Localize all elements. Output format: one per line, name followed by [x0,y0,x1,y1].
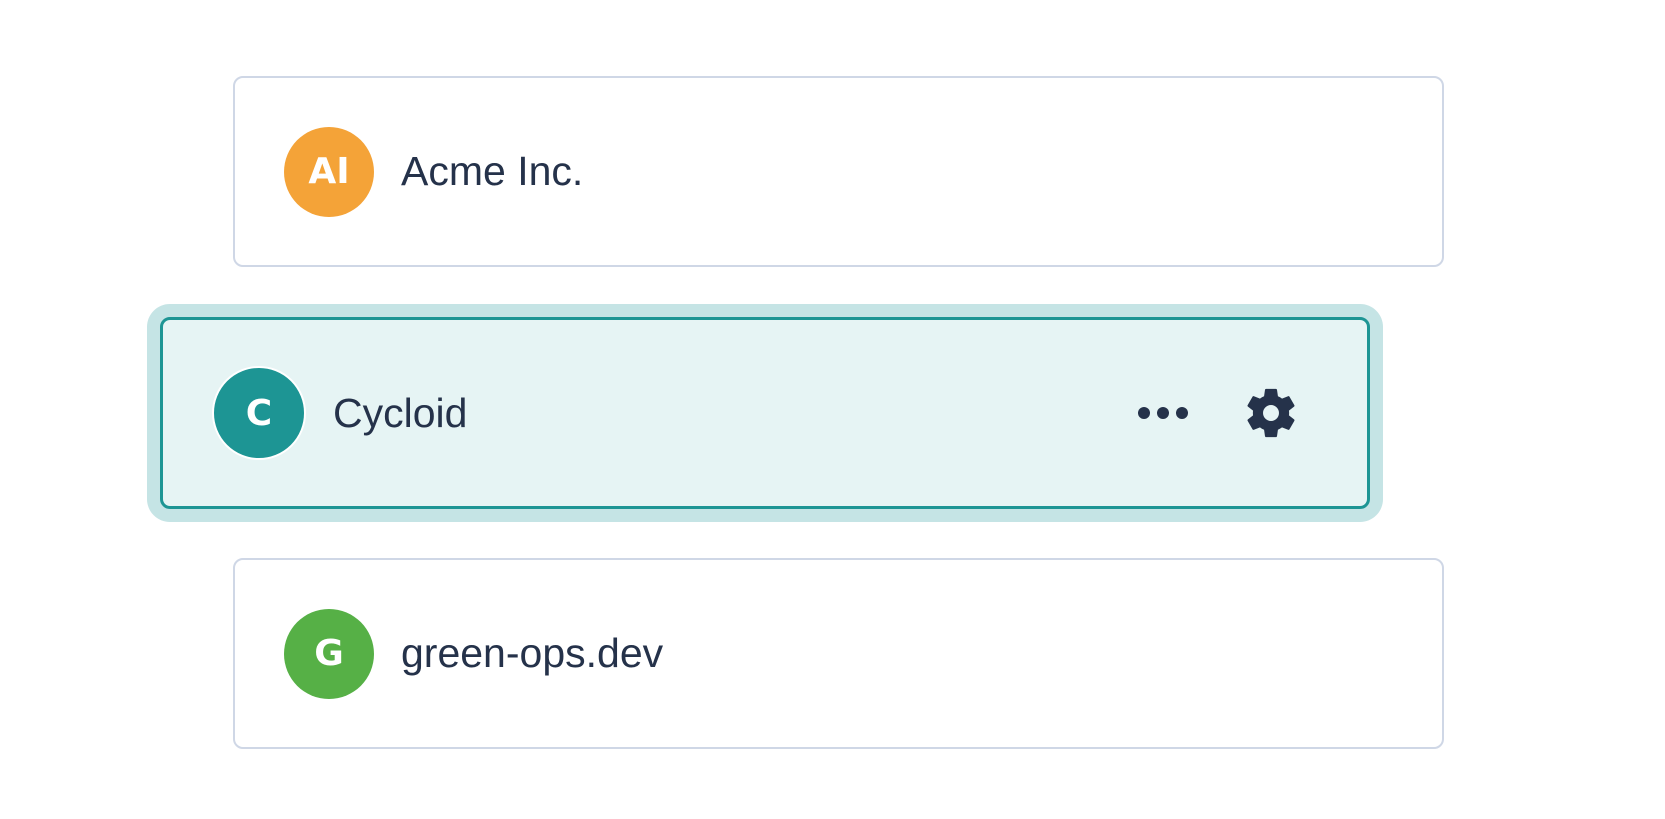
org-avatar: AI [284,126,374,217]
org-name: green-ops.dev [401,630,664,676]
org-avatar-initials: C [245,392,273,434]
org-settings-button[interactable] [1241,383,1301,443]
more-options-button[interactable] [1133,393,1193,433]
org-card-acme-inc[interactable]: AI Acme Inc. [233,76,1444,267]
gear-icon [1247,388,1295,438]
org-card-actions [1133,383,1301,443]
org-name: Cycloid [333,389,468,436]
org-avatar: G [284,608,374,699]
org-avatar-initials: G [314,633,344,674]
org-card-green-ops-dev[interactable]: G green-ops.dev [233,558,1444,749]
org-name: Acme Inc. [401,148,584,194]
more-horizontal-icon [1138,407,1188,419]
org-avatar: C [212,366,306,460]
org-avatar-initials: AI [308,151,350,192]
organization-list: AI Acme Inc. C Cycloid G green-ops.dev [0,0,1665,819]
org-card-cycloid[interactable]: C Cycloid [160,317,1370,509]
